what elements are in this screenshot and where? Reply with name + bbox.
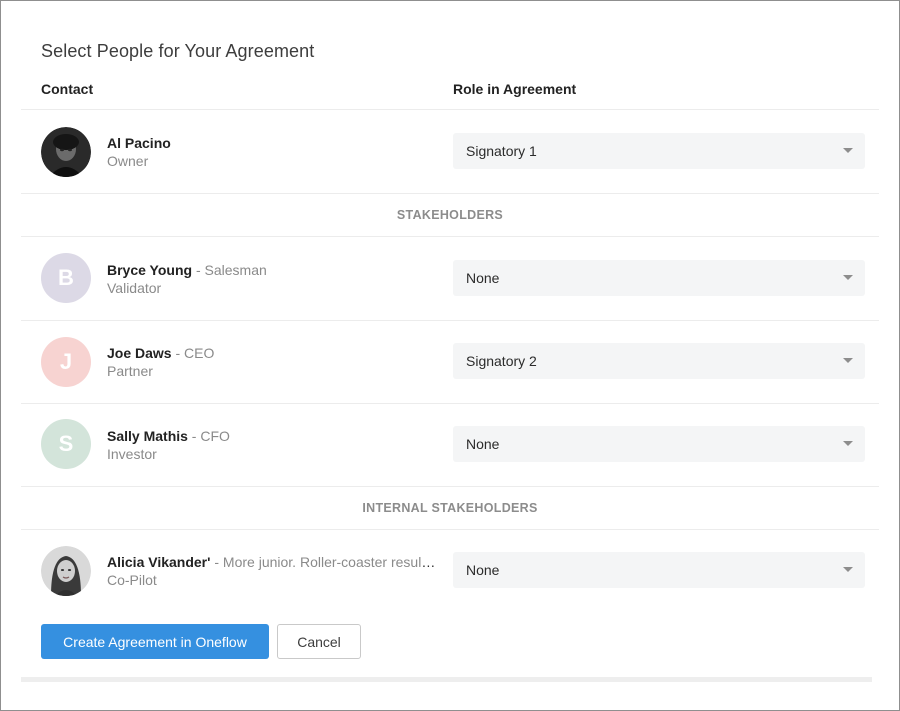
role-select-value: None bbox=[466, 270, 500, 286]
contact-job-title: More junior. Roller-coaster results. Lor… bbox=[222, 554, 437, 570]
name-separator: - bbox=[192, 262, 205, 278]
contact-subtitle: Co-Pilot bbox=[107, 572, 157, 588]
role-select-value: Signatory 1 bbox=[466, 143, 537, 159]
cancel-button[interactable]: Cancel bbox=[277, 624, 361, 659]
chevron-down-icon bbox=[843, 358, 853, 363]
contact-name-line: Al Pacino bbox=[107, 135, 437, 151]
avatar-initial: J bbox=[41, 337, 91, 387]
name-separator: - bbox=[171, 345, 185, 361]
contact-name-line: Alicia Vikander' - More junior. Roller-c… bbox=[107, 554, 437, 570]
role-select-value: None bbox=[466, 562, 500, 578]
create-agreement-button[interactable]: Create Agreement in Oneflow bbox=[41, 624, 269, 659]
avatar-photo bbox=[41, 546, 91, 596]
contact-row: S Sally Mathis - CFO Investor None bbox=[21, 404, 879, 486]
contact-subtitle: Validator bbox=[107, 280, 162, 296]
scrollbar-track bbox=[21, 677, 872, 682]
contact-name: Bryce Young bbox=[107, 262, 193, 278]
column-header-role: Role in Agreement bbox=[453, 81, 577, 97]
avatar-initial: S bbox=[41, 419, 91, 469]
dialog-title: Select People for Your Agreement bbox=[41, 41, 315, 61]
avatar-initial: B bbox=[41, 253, 91, 303]
contact-row: J Joe Daws - CEO Partner Signatory 2 bbox=[21, 321, 879, 403]
contact-row: Alicia Vikander' - More junior. Roller-c… bbox=[21, 530, 879, 612]
contact-name-line: Sally Mathis - CFO bbox=[107, 428, 437, 444]
contact-row-owner: Al Pacino Owner Signatory 1 bbox=[21, 110, 879, 193]
contact-name: Sally Mathis bbox=[107, 428, 188, 444]
chevron-down-icon bbox=[843, 441, 853, 446]
contact-row: B Bryce Young - Salesman Validator None bbox=[21, 237, 879, 320]
section-label-internal-stakeholders: INTERNAL STAKEHOLDERS bbox=[362, 501, 538, 515]
contact-job-title: CEO bbox=[184, 345, 215, 361]
role-select-value: None bbox=[466, 436, 500, 452]
contact-name: Alicia Vikander' bbox=[107, 554, 211, 570]
contact-job-title: Salesman bbox=[204, 262, 267, 278]
role-select[interactable]: Signatory 2 bbox=[453, 343, 865, 379]
contact-name-line: Joe Daws - CEO bbox=[107, 345, 437, 361]
role-select-owner[interactable]: Signatory 1 bbox=[453, 133, 865, 169]
agreement-dialog: Select People for Your Agreement Contact… bbox=[0, 0, 900, 711]
contact-subtitle: Investor bbox=[107, 446, 157, 462]
divider bbox=[21, 486, 879, 487]
contact-job-title: CFO bbox=[200, 428, 230, 444]
chevron-down-icon bbox=[843, 567, 853, 572]
role-select[interactable]: None bbox=[453, 426, 865, 462]
contact-name: Al Pacino bbox=[107, 135, 171, 151]
section-label-stakeholders: STAKEHOLDERS bbox=[396, 208, 504, 222]
chevron-down-icon bbox=[843, 275, 853, 280]
role-select[interactable]: None bbox=[453, 260, 865, 296]
contact-name-line: Bryce Young - Salesman bbox=[107, 262, 437, 278]
chevron-down-icon bbox=[843, 148, 853, 153]
contact-name: Joe Daws bbox=[107, 345, 172, 361]
name-separator: - bbox=[210, 554, 223, 570]
column-header-contact: Contact bbox=[41, 81, 94, 97]
contact-subtitle: Partner bbox=[107, 363, 153, 379]
role-select[interactable]: None bbox=[453, 552, 865, 588]
name-separator: - bbox=[187, 428, 201, 444]
avatar-photo bbox=[41, 127, 91, 177]
divider bbox=[21, 193, 879, 194]
contact-subtitle: Owner bbox=[107, 153, 149, 169]
role-select-value: Signatory 2 bbox=[466, 353, 537, 369]
